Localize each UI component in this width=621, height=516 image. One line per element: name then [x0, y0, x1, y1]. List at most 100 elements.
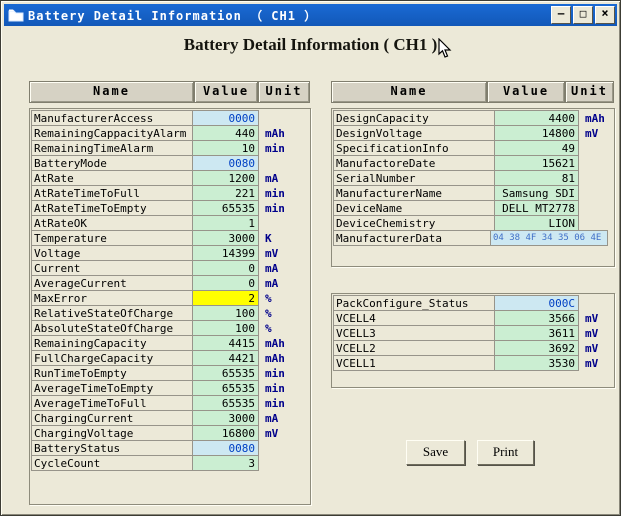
row-unit: min [259, 140, 285, 156]
table-row: Current0mA [31, 260, 310, 276]
row-name: RemainingTimeAlarm [31, 140, 193, 156]
table-row: RemainingCapacity4415mAh [31, 335, 310, 351]
row-value: 10 [192, 140, 259, 156]
column-header-value: Value [194, 81, 258, 103]
row-name: PackConfigure_Status [333, 295, 495, 311]
row-name: ManufactoreDate [333, 155, 495, 171]
row-name: BatteryStatus [31, 440, 193, 456]
table-row: VCELL13530mV [333, 355, 614, 371]
row-name: RemainingCappacityAlarm [31, 125, 193, 141]
row-unit: mV [579, 340, 598, 356]
row-unit: mA [259, 410, 278, 426]
close-icon[interactable]: × [595, 6, 615, 24]
row-value: 0 [192, 260, 259, 276]
row-name: DesignVoltage [333, 125, 495, 141]
row-unit: % [259, 305, 272, 321]
table-row: AverageTimeToEmpty65535min [31, 380, 310, 396]
window-title: Battery Detail Information （ CH1 ） [28, 7, 549, 24]
row-unit: mA [259, 170, 278, 186]
table-row: ManufacturerAccess0000 [31, 110, 310, 126]
right-table-top: DesignCapacity4400mAhDesignVoltage14800m… [331, 108, 615, 267]
row-name: ManufacturerData [333, 230, 491, 246]
row-value: 65535 [192, 380, 259, 396]
row-unit [579, 185, 585, 201]
minimize-icon[interactable]: – [551, 6, 571, 24]
row-value: 4421 [192, 350, 259, 366]
row-name: VCELL2 [333, 340, 495, 356]
row-value: 0 [192, 275, 259, 291]
row-unit: mA [259, 260, 278, 276]
row-name: SpecificationInfo [333, 140, 495, 156]
row-name: SerialNumber [333, 170, 495, 186]
row-name: VCELL3 [333, 325, 495, 341]
save-button[interactable]: Save [406, 440, 465, 465]
row-value: 3 [192, 455, 259, 471]
column-header-unit: Unit [565, 81, 614, 103]
row-value: 0080 [192, 155, 259, 171]
row-value: 100 [192, 305, 259, 321]
row-value: 3000 [192, 410, 259, 426]
print-button[interactable]: Print [477, 440, 534, 465]
column-header-name: Name [29, 81, 194, 103]
row-value: 100 [192, 320, 259, 336]
table-row: SerialNumber81 [333, 170, 614, 186]
row-unit [259, 155, 265, 171]
row-unit [579, 215, 585, 231]
table-row: VCELL23692mV [333, 340, 614, 356]
row-value: 3530 [494, 355, 579, 371]
row-name: Temperature [31, 230, 193, 246]
row-unit: K [259, 230, 272, 246]
row-unit: min [259, 395, 285, 411]
row-value: 65535 [192, 365, 259, 381]
row-name: Current [31, 260, 193, 276]
row-unit: % [259, 320, 272, 336]
title-bar[interactable]: Battery Detail Information （ CH1 ） – □ × [4, 4, 617, 26]
row-unit: mV [579, 355, 598, 371]
table-row: AtRateTimeToFull221min [31, 185, 310, 201]
row-value: 3000 [192, 230, 259, 246]
row-unit [579, 200, 585, 216]
row-unit [608, 230, 614, 246]
row-value: 3692 [494, 340, 579, 356]
column-header-unit: Unit [258, 81, 310, 103]
row-value: 65535 [192, 395, 259, 411]
row-value: 04 38 4F 34 35 06 4E [490, 230, 608, 246]
table-row: RelativeStateOfCharge100% [31, 305, 310, 321]
row-unit: mV [579, 125, 598, 141]
table-row: RunTimeToEmpty65535min [31, 365, 310, 381]
row-name: ChargingVoltage [31, 425, 193, 441]
row-value: 221 [192, 185, 259, 201]
table-row: BatteryStatus0080 [31, 440, 310, 456]
table-row: DeviceChemistryLION [333, 215, 614, 231]
table-row: ManufacturerNameSamsung SDI [333, 185, 614, 201]
row-unit: mAh [259, 125, 285, 141]
row-name: ChargingCurrent [31, 410, 193, 426]
row-value: Samsung SDI [494, 185, 579, 201]
row-value: 1200 [192, 170, 259, 186]
row-unit [259, 215, 265, 231]
left-table: ManufacturerAccess0000RemainingCappacity… [29, 108, 311, 505]
row-name: MaxError [31, 290, 193, 306]
table-row: ChargingVoltage16800mV [31, 425, 310, 441]
row-name: ManufacturerName [333, 185, 495, 201]
table-row: MaxError2% [31, 290, 310, 306]
row-name: AtRateTimeToEmpty [31, 200, 193, 216]
row-value: 000C [494, 295, 579, 311]
row-unit [259, 455, 265, 471]
table-row: DeviceNameDELL MT2778 [333, 200, 614, 216]
row-value: 65535 [192, 200, 259, 216]
table-row: PackConfigure_Status000C [333, 295, 614, 311]
table-row: BatteryMode0080 [31, 155, 310, 171]
maximize-icon[interactable]: □ [573, 6, 593, 24]
row-name: RemainingCapacity [31, 335, 193, 351]
page-title: Battery Detail Information ( CH1 ) [1, 35, 620, 55]
mouse-cursor-icon [438, 38, 452, 59]
table-row: ManufactoreDate15621 [333, 155, 614, 171]
row-unit: mAh [579, 110, 605, 126]
table-row: FullChargeCapacity4421mAh [31, 350, 310, 366]
row-name: BatteryMode [31, 155, 193, 171]
app-folder-icon [8, 8, 24, 22]
row-unit [579, 140, 585, 156]
row-unit: mAh [259, 335, 285, 351]
row-name: AtRateTimeToFull [31, 185, 193, 201]
